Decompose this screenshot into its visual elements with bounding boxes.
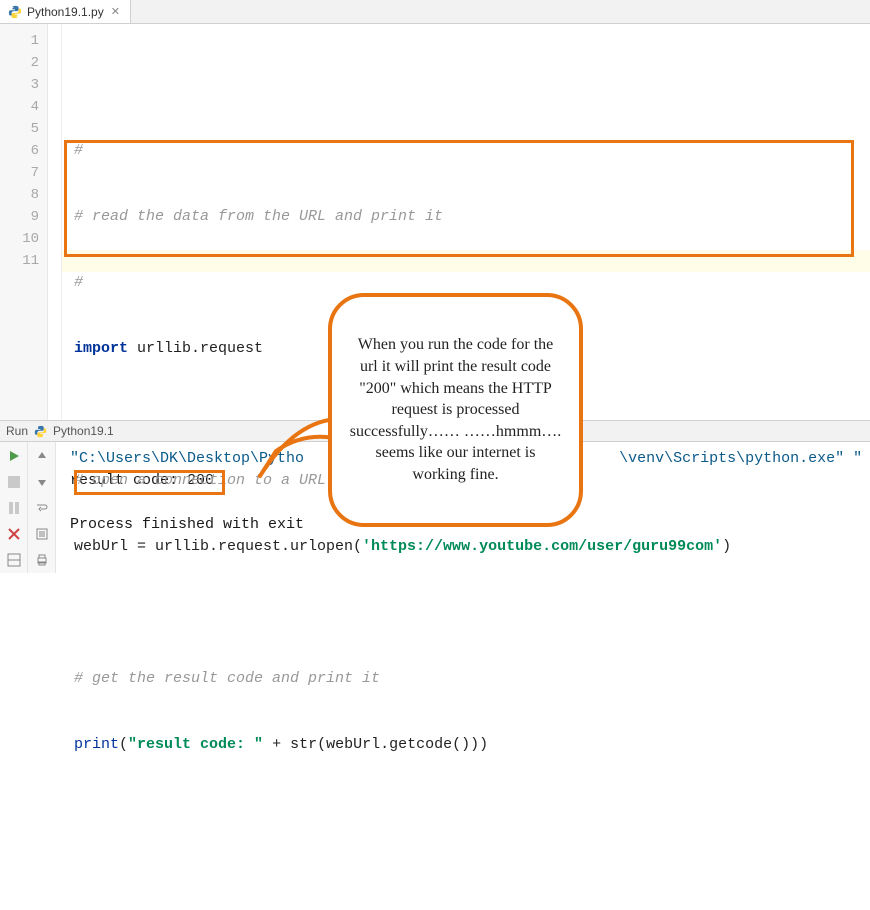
layout-button[interactable] xyxy=(4,550,24,570)
print-button[interactable] xyxy=(32,550,52,570)
code-string: "result code: " xyxy=(128,736,263,753)
scroll-end-button[interactable] xyxy=(32,524,52,544)
editor-tab-bar: Python19.1.py ✕ xyxy=(0,0,870,24)
line-number: 2 xyxy=(0,52,39,74)
fold-column xyxy=(48,24,62,420)
python-file-icon xyxy=(8,5,22,19)
line-number: 7 xyxy=(0,162,39,184)
line-number: 3 xyxy=(0,74,39,96)
code-comment: # xyxy=(74,274,83,291)
line-number: 10 xyxy=(0,228,39,250)
code-builtin: print xyxy=(74,736,119,753)
line-number: 8 xyxy=(0,184,39,206)
close-tab-icon[interactable]: ✕ xyxy=(109,5,122,18)
line-number-gutter: 1 2 3 4 5 6 7 8 9 10 11 xyxy=(0,24,48,420)
callout-text: When you run the code for the url it wil… xyxy=(348,334,563,485)
exit-button[interactable] xyxy=(4,524,24,544)
code-text: webUrl = urllib.request.urlopen( xyxy=(74,538,362,555)
line-number: 6 xyxy=(0,140,39,162)
line-number: 9 xyxy=(0,206,39,228)
run-label: Run xyxy=(6,424,28,438)
code-text: urllib.request xyxy=(128,340,263,357)
annotation-callout: When you run the code for the url it wil… xyxy=(328,281,590,559)
up-button[interactable] xyxy=(32,446,52,466)
stop-button[interactable] xyxy=(4,472,24,492)
pause-button[interactable] xyxy=(4,498,24,518)
soft-wrap-button[interactable] xyxy=(32,498,52,518)
editor-tab[interactable]: Python19.1.py ✕ xyxy=(0,0,131,23)
down-button[interactable] xyxy=(32,472,52,492)
code-comment: # get the result code and print it xyxy=(74,670,380,687)
console-left-tools xyxy=(0,442,28,573)
code-keyword: import xyxy=(74,340,128,357)
tab-filename: Python19.1.py xyxy=(27,5,104,19)
line-number: 5 xyxy=(0,118,39,140)
code-comment: # xyxy=(74,142,83,159)
console-second-tools xyxy=(28,442,56,573)
code-text: ) xyxy=(722,538,731,555)
code-text: + str(webUrl.getcode())) xyxy=(263,736,488,753)
line-number: 11 xyxy=(0,250,39,272)
rerun-button[interactable] xyxy=(4,446,24,466)
code-text: ( xyxy=(119,736,128,753)
python-icon xyxy=(34,425,47,438)
code-comment: # read the data from the URL and print i… xyxy=(74,208,443,225)
line-number: 1 xyxy=(0,30,39,52)
line-number: 4 xyxy=(0,96,39,118)
